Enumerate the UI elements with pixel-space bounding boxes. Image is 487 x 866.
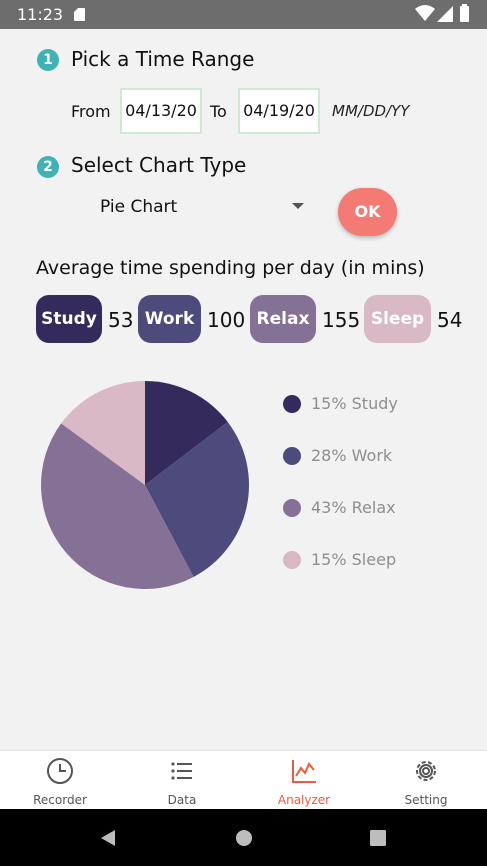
system-nav-bar [0, 809, 487, 866]
nav-data[interactable]: Data [132, 751, 232, 810]
signal-icon [437, 6, 453, 22]
chart-type-select[interactable]: Pie Chart [86, 192, 311, 222]
chip-sleep: Sleep [364, 295, 431, 343]
legend-dot-work [283, 447, 301, 465]
gear-icon [416, 761, 436, 781]
legend-dot-relax [283, 499, 301, 517]
average-time-title: Average time spending per day (in mins) [36, 257, 425, 279]
legend-dot-study [283, 395, 301, 413]
nav-label-analyzer: Analyzer [277, 793, 331, 807]
nav-label-setting: Setting [404, 793, 448, 807]
home-icon[interactable] [234, 828, 254, 848]
chip-relax: Relax [250, 295, 316, 343]
pie-chart [41, 381, 249, 589]
legend-relax: 43% Relax [311, 498, 396, 517]
nav-analyzer[interactable]: Analyzer [254, 751, 354, 810]
nav-setting[interactable]: Setting [376, 751, 476, 810]
back-icon[interactable] [98, 828, 118, 848]
nav-label-recorder: Recorder [33, 793, 87, 807]
from-label: From [71, 102, 111, 121]
recents-icon[interactable] [368, 828, 388, 848]
clock-icon [47, 758, 73, 784]
value-study: 53 [108, 308, 134, 332]
chip-study: Study [36, 295, 102, 343]
bottom-nav: Recorder Data Analyzer Setting [0, 750, 487, 809]
nav-recorder[interactable]: Recorder [10, 751, 110, 810]
to-date-input[interactable]: 04/19/20 [238, 88, 320, 134]
time-range-heading: Pick a Time Range [71, 47, 255, 71]
step-2-badge: 2 [37, 156, 59, 178]
value-sleep: 54 [437, 308, 463, 332]
legend-sleep: 15% Sleep [311, 550, 397, 569]
nav-label-data: Data [167, 793, 197, 807]
status-time: 11:23 [17, 5, 64, 24]
wifi-icon [415, 5, 435, 21]
legend-dot-sleep [283, 551, 301, 569]
date-format-hint: MM/DD/YY [332, 102, 410, 120]
legend-study: 15% Study [311, 394, 398, 413]
chart-type-value: Pie Chart [100, 197, 178, 217]
chart-icon [292, 760, 316, 783]
legend-work: 28% Work [311, 446, 393, 465]
status-bar: 11:23 [0, 0, 487, 29]
step-1-badge: 1 [37, 49, 59, 71]
to-label: To [210, 102, 227, 121]
sd-card-icon [74, 8, 85, 21]
from-date-input[interactable]: 04/13/20 [120, 88, 202, 134]
battery-icon [460, 4, 469, 22]
list-icon [171, 762, 192, 780]
chart-type-heading: Select Chart Type [71, 153, 247, 177]
dropdown-arrow-icon [292, 203, 304, 209]
chip-work: Work [138, 295, 201, 343]
ok-button[interactable]: OK [338, 188, 397, 236]
value-relax: 155 [322, 308, 361, 332]
value-work: 100 [207, 308, 246, 332]
